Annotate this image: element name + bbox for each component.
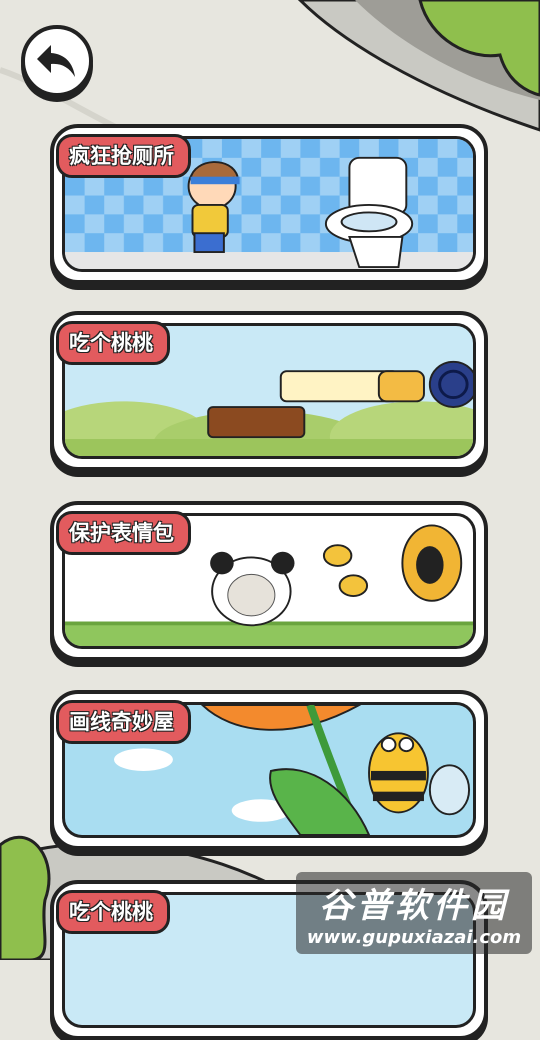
back-arrow-icon — [37, 45, 75, 77]
watermark-title: 谷普软件园 — [319, 886, 509, 926]
level-title: 画线奇妙屋 — [56, 700, 191, 744]
level-title: 吃个桃桃 — [56, 321, 170, 365]
back-button[interactable] — [21, 25, 93, 97]
level-card-3[interactable]: 保护表情包 — [50, 501, 488, 661]
level-card-1[interactable]: 疯狂抢厕所 — [50, 124, 488, 284]
watermark-url: www.gupuxiazai.com — [306, 927, 522, 948]
level-title: 保护表情包 — [56, 511, 191, 555]
level-title: 疯狂抢厕所 — [56, 134, 191, 178]
watermark: 谷普软件园 www.gupuxiazai.com — [296, 872, 532, 954]
level-card-2[interactable]: 吃个桃桃 — [50, 311, 488, 471]
level-card-4[interactable]: 画线奇妙屋 — [50, 690, 488, 850]
level-title: 吃个桃桃 — [56, 890, 170, 934]
